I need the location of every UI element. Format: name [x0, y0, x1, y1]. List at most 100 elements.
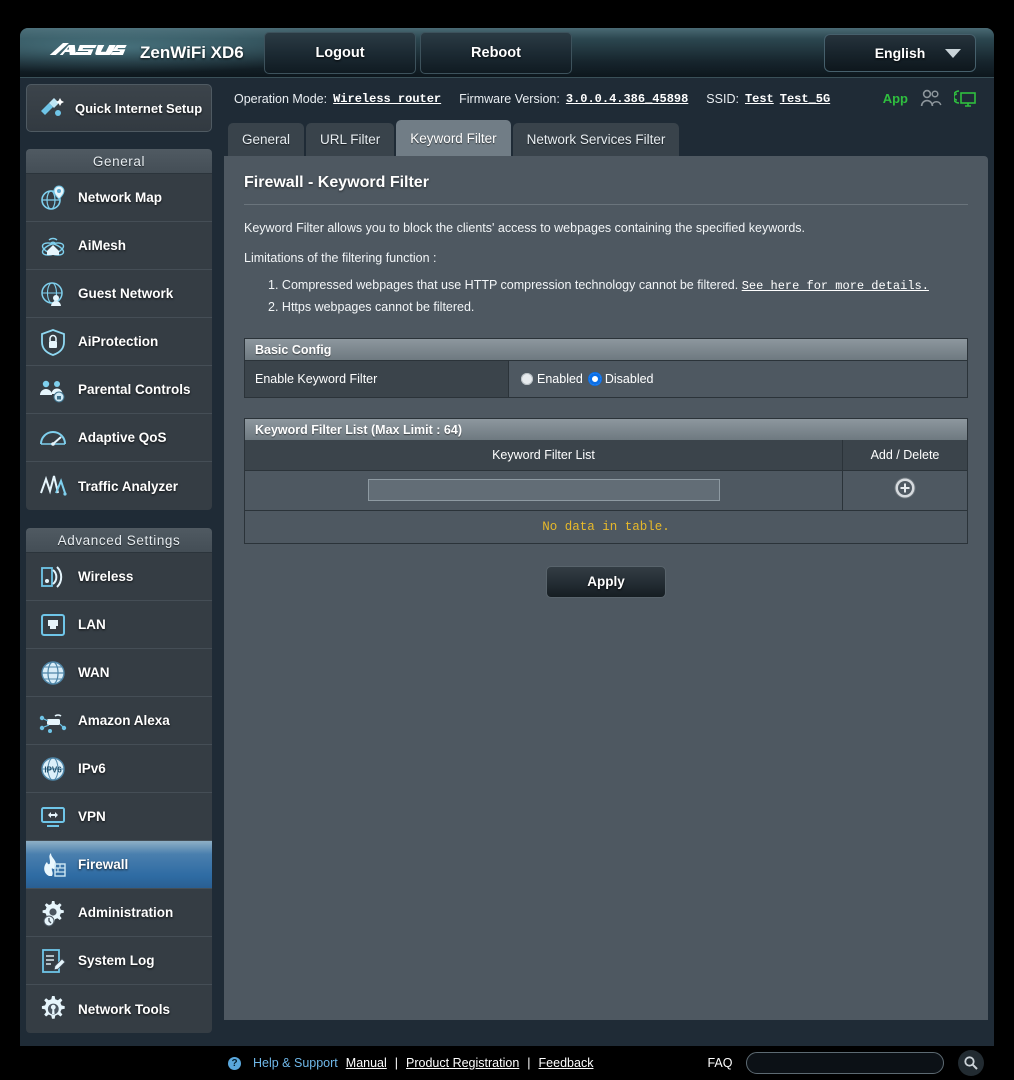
sidebar-item-system-log[interactable]: System Log	[26, 937, 212, 985]
main-area: Operation Mode: Wireless router Firmware…	[224, 78, 988, 1046]
firmware-value[interactable]: 3.0.0.4.386_45898	[566, 92, 688, 106]
status-icon-group: App	[883, 89, 976, 107]
brand: ZenWiFi XD6	[48, 39, 244, 66]
tab-general[interactable]: General	[228, 123, 305, 156]
no-data-message: No data in table.	[244, 510, 968, 544]
divider-pipe: |	[394, 1056, 399, 1070]
globe-icon	[41, 660, 65, 685]
radio-disabled[interactable]: Disabled	[588, 372, 654, 386]
tab-network-services-filter[interactable]: Network Services Filter	[512, 123, 680, 156]
sidebar-item-label: LAN	[78, 617, 106, 632]
router-admin-frame: ZenWiFi XD6 Logout Reboot English Quick …	[20, 28, 994, 1046]
page-title: Firewall - Keyword Filter	[244, 174, 429, 191]
sidebar-item-traffic-analyzer[interactable]: Traffic Analyzer	[26, 462, 212, 510]
administration-gear-icon	[42, 900, 64, 926]
manual-link[interactable]: Manual	[346, 1056, 387, 1070]
sidebar-item-administration[interactable]: Administration	[26, 889, 212, 937]
parental-controls-icon	[40, 380, 65, 402]
sidebar-item-label: WAN	[78, 665, 110, 680]
operation-mode-value[interactable]: Wireless router	[333, 92, 441, 106]
sidebar-item-label: Guest Network	[78, 286, 174, 301]
language-dropdown[interactable]: English	[824, 34, 976, 72]
sidebar-item-ipv6[interactable]: IPV6 IPv6	[26, 745, 212, 793]
limitations-title: Limitations of the filtering function :	[244, 251, 437, 265]
sidebar-item-parental-controls[interactable]: Parental Controls	[26, 366, 212, 414]
help-support-link[interactable]: Help & Support	[253, 1056, 338, 1070]
sidebar-group-advanced-settings: Advanced Settings Wireless LAN WAN Amazo…	[26, 528, 212, 1033]
radio-enabled-indicator[interactable]	[521, 373, 533, 385]
sidebar-item-lan[interactable]: LAN	[26, 601, 212, 649]
svg-text:IPV6: IPV6	[44, 765, 62, 774]
aimesh-icon	[41, 237, 65, 256]
sidebar-item-label: Administration	[78, 905, 174, 920]
limitation-text: Compressed webpages that use HTTP compre…	[281, 278, 739, 292]
tab-url-filter[interactable]: URL Filter	[306, 123, 395, 156]
col-keyword-filter-list: Keyword Filter List	[244, 440, 843, 471]
firewall-flame-icon	[44, 852, 66, 877]
sidebar-item-quick-internet-setup[interactable]: Quick Internet Setup	[26, 84, 212, 132]
sidebar-item-network-map[interactable]: Network Map	[26, 174, 212, 222]
enable-keyword-filter-controls: Enabled Disabled	[509, 361, 967, 397]
status-bar: Operation Mode: Wireless router Firmware…	[224, 78, 988, 120]
sidebar-item-wireless[interactable]: Wireless	[26, 553, 212, 601]
logout-button[interactable]: Logout	[264, 32, 416, 74]
chevron-down-icon	[945, 49, 961, 58]
sidebar-item-aiprotection[interactable]: AiProtection	[26, 318, 212, 366]
app-link[interactable]: App	[883, 91, 908, 106]
sidebar-item-label: Network Map	[78, 190, 163, 205]
sidebar-item-label: Amazon Alexa	[78, 713, 170, 728]
product-registration-link[interactable]: Product Registration	[406, 1056, 519, 1070]
traffic-analyzer-icon	[40, 475, 67, 496]
ssid-value-5g[interactable]: Test_5G	[780, 92, 830, 106]
ssid-value-24g[interactable]: Test	[745, 92, 774, 106]
more-details-link[interactable]: See here for more details.	[742, 279, 929, 293]
tab-bar: General URL Filter Keyword Filter Networ…	[224, 120, 988, 156]
enable-keyword-filter-label: Enable Keyword Filter	[245, 361, 509, 397]
alexa-icon	[39, 713, 67, 733]
sidebar-item-network-tools[interactable]: Network Tools	[26, 985, 212, 1033]
add-circle-icon[interactable]	[894, 477, 916, 499]
reboot-button[interactable]: Reboot	[420, 32, 572, 74]
guest-network-icon	[41, 281, 63, 306]
sidebar-item-adaptive-qos[interactable]: Adaptive QoS	[26, 414, 212, 462]
sidebar-group-general: General Network Map AiMesh Guest Network…	[26, 149, 212, 510]
sidebar-item-guest-network[interactable]: Guest Network	[26, 270, 212, 318]
faq-label: FAQ	[707, 1056, 733, 1070]
help-icon: ?	[228, 1056, 241, 1070]
sidebar-item-vpn[interactable]: VPN	[26, 793, 212, 841]
quick-setup-icon	[41, 98, 64, 116]
sidebar-item-aimesh[interactable]: AiMesh	[26, 222, 212, 270]
list-item: 1. Compressed webpages that use HTTP com…	[268, 275, 968, 297]
radio-disabled-indicator[interactable]	[588, 373, 601, 385]
system-log-icon	[42, 948, 66, 973]
ssid-label: SSID:	[706, 92, 739, 106]
limitation-number: 2.	[268, 300, 279, 314]
lan-port-icon	[41, 613, 65, 636]
network-monitor-icon[interactable]	[954, 89, 976, 107]
sidebar-item-label: VPN	[78, 809, 106, 824]
divider-pipe: |	[527, 1056, 531, 1070]
sidebar-item-wan[interactable]: WAN	[26, 649, 212, 697]
list-item: 2. Https webpages cannot be filtered.	[268, 297, 968, 318]
ipv6-globe-icon: IPV6	[41, 756, 65, 781]
sidebar-item-amazon-alexa[interactable]: Amazon Alexa	[26, 697, 212, 745]
feedback-link[interactable]: Feedback	[539, 1056, 594, 1070]
network-map-icon	[41, 184, 65, 210]
table-header-row: Keyword Filter List Add / Delete	[244, 440, 968, 471]
page-description: Keyword Filter allows you to block the c…	[244, 221, 806, 235]
basic-config-header: Basic Config	[244, 338, 968, 360]
faq-search-input[interactable]	[746, 1052, 945, 1074]
sidebar-item-label: Wireless	[78, 569, 134, 584]
wireless-icon	[41, 565, 63, 588]
tab-keyword-filter[interactable]: Keyword Filter	[396, 120, 511, 156]
clients-icon[interactable]	[920, 89, 942, 107]
radio-enabled[interactable]: Enabled	[521, 372, 583, 386]
search-icon[interactable]	[958, 1050, 985, 1076]
apply-button[interactable]: Apply	[546, 565, 666, 598]
sidebar-item-firewall[interactable]: Firewall	[26, 841, 212, 889]
radio-enabled-label: Enabled	[537, 372, 583, 386]
keyword-input[interactable]	[367, 479, 720, 501]
radio-disabled-label: Disabled	[604, 372, 654, 386]
sidebar-item-label: IPv6	[78, 761, 106, 776]
add-cell	[842, 469, 968, 511]
